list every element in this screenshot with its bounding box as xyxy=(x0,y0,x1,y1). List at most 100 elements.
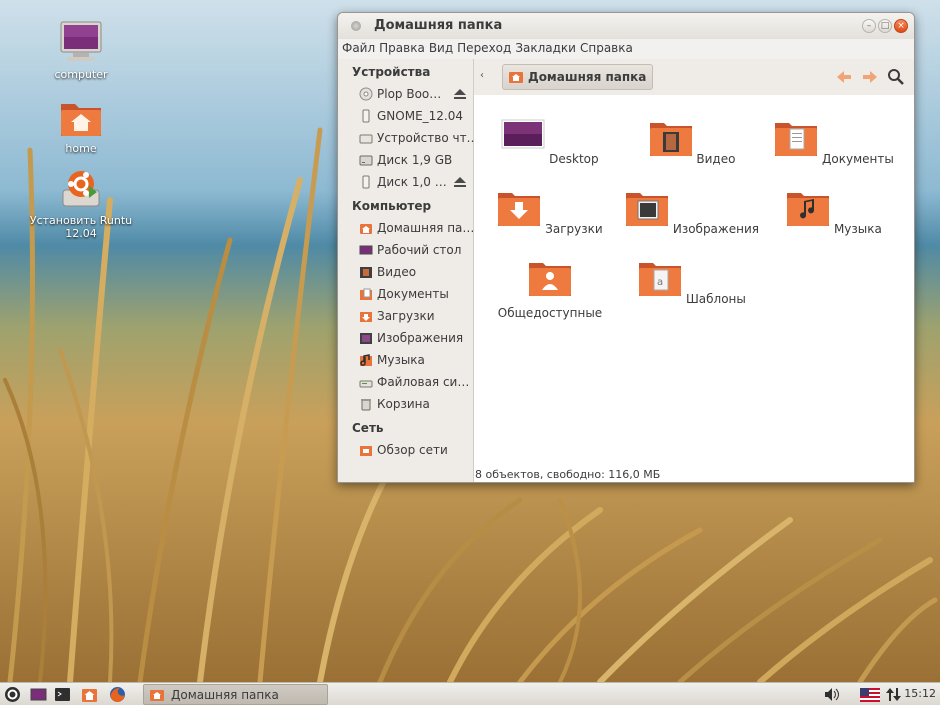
window-menu-icon[interactable] xyxy=(351,21,361,31)
sidebar-item-home[interactable]: Домашняя па… xyxy=(338,217,475,239)
minimize-button[interactable]: – xyxy=(862,19,876,33)
clock[interactable]: 15:12 xyxy=(904,687,936,700)
usb-drive-icon xyxy=(362,175,370,189)
sidebar-item-pictures[interactable]: Изображения xyxy=(338,327,473,349)
sidebar-item-downloads[interactable]: Загрузки xyxy=(338,305,473,327)
breadcrumb-home[interactable]: Домашняя папка xyxy=(502,64,654,90)
menu-help[interactable]: Справка xyxy=(580,39,637,59)
window-titlebar[interactable]: Домашняя папка – □ × xyxy=(338,13,914,39)
forward-arrow-icon[interactable] xyxy=(860,67,880,87)
sidebar-item-label: Корзина xyxy=(377,397,430,411)
file-item-videos[interactable]: Видео xyxy=(621,119,763,166)
taskbar-button-home[interactable]: Домашняя папка xyxy=(143,684,328,705)
harddisk-icon xyxy=(359,155,373,166)
search-icon[interactable] xyxy=(886,67,906,87)
svg-text:a: a xyxy=(657,277,663,288)
home-folder-icon xyxy=(61,104,101,136)
menu-view[interactable]: Вид xyxy=(429,39,457,59)
sidebar-item-label: Видео xyxy=(377,265,417,279)
downloads-folder-icon xyxy=(498,193,541,226)
file-item-templates[interactable]: a Шаблоны xyxy=(621,259,763,306)
sidebar-item-plop[interactable]: Plop Boo… xyxy=(338,83,473,105)
desktop-icon-installer[interactable]: Установить Runtu 12.04 xyxy=(26,166,136,240)
file-item-documents[interactable]: Документы xyxy=(763,119,905,166)
file-name: Изображения xyxy=(672,222,759,236)
sidebar-header-network: Сеть xyxy=(352,421,384,435)
firefox-icon[interactable] xyxy=(109,686,126,703)
menu-go[interactable]: Переход xyxy=(457,39,515,59)
keyboard-layout-flag-icon[interactable] xyxy=(860,688,880,702)
sidebar-item-label: Рабочий стол xyxy=(377,243,462,257)
templates-folder-icon: a xyxy=(639,263,682,296)
monitor-icon xyxy=(60,21,102,61)
menu-edit[interactable]: Правка xyxy=(379,39,429,59)
network-updown-icon[interactable] xyxy=(885,686,902,703)
volume-icon[interactable] xyxy=(823,686,840,703)
main-menu-icon[interactable] xyxy=(4,686,21,703)
menubar: Файл Правка Вид Переход Закладки Справка xyxy=(338,39,914,59)
file-item-pictures[interactable]: Изображения xyxy=(621,189,763,236)
eject-icon[interactable] xyxy=(453,175,467,189)
sidebar-item-label: Документы xyxy=(377,287,449,301)
maximize-button[interactable]: □ xyxy=(878,19,892,33)
sidebar-item-label: Обзор сети xyxy=(377,443,448,457)
sidebar-item-label: Диск 1,9 GB xyxy=(377,153,453,167)
sidebar-item-videos[interactable]: Видео xyxy=(338,261,473,283)
sidebar-item-label: Загрузки xyxy=(377,309,435,323)
sidebar-item-trash[interactable]: Корзина xyxy=(338,393,473,415)
desktop-icon-home[interactable]: home xyxy=(26,98,136,155)
file-name: Музыка xyxy=(833,222,882,236)
close-button[interactable]: × xyxy=(894,19,908,33)
downloads-folder-icon xyxy=(360,312,372,322)
sidebar-item-disk-19[interactable]: Диск 1,9 GB xyxy=(338,149,473,171)
sidebar-header-devices: Устройства xyxy=(352,65,431,79)
home-folder-icon xyxy=(509,72,523,83)
menu-bookmarks[interactable]: Закладки xyxy=(515,39,580,59)
sidebar-item-label: Файловая си… xyxy=(377,375,470,389)
file-item-music[interactable]: Музыка xyxy=(763,189,905,236)
sidebar-item-music[interactable]: Музыка xyxy=(338,349,473,371)
sidebar-item-network[interactable]: Обзор сети xyxy=(338,439,473,461)
terminal-icon[interactable] xyxy=(54,686,71,703)
breadcrumb-label: Домашняя папка xyxy=(528,70,647,84)
breadcrumb-scroll-left[interactable]: ‹ xyxy=(480,70,484,81)
video-folder-icon xyxy=(649,123,692,156)
home-folder-icon[interactable] xyxy=(81,686,98,703)
network-folder-icon xyxy=(360,446,372,456)
sidebar-item-label: Plop Boo… xyxy=(377,87,442,101)
eject-icon[interactable] xyxy=(453,87,467,101)
filesystem-icon xyxy=(359,380,373,388)
taskbar-label: Домашняя папка xyxy=(171,687,279,702)
desktop-icon-label: home xyxy=(65,142,97,155)
sidebar-item-label: Изображения xyxy=(377,331,464,345)
file-view: Desktop Видео Документы Загрузки Изображ… xyxy=(474,95,914,482)
show-desktop-icon[interactable] xyxy=(30,686,47,703)
sidebar-item-desktop[interactable]: Рабочий стол xyxy=(338,239,473,261)
sidebar-item-disk-10[interactable]: Диск 1,0 … xyxy=(338,171,473,193)
sidebar-item-label: Музыка xyxy=(377,353,425,367)
public-folder-icon xyxy=(529,263,571,296)
location-toolbar: ‹ Домашняя папка xyxy=(474,59,914,95)
file-item-downloads[interactable]: Загрузки xyxy=(479,189,621,236)
installer-icon xyxy=(62,171,100,207)
desktop-icon-computer[interactable]: computer xyxy=(26,20,136,81)
window-title: Домашняя папка xyxy=(374,18,503,33)
sidebar-item-filesystem[interactable]: Файловая си… xyxy=(338,371,473,393)
sidebar-item-label: GNOME_12.04 xyxy=(377,109,464,123)
drive-icon xyxy=(359,134,373,144)
sidebar-item-label: Диск 1,0 … xyxy=(377,175,447,189)
desktop-icon xyxy=(359,245,373,255)
file-item-public[interactable]: Общедоступные xyxy=(479,259,621,320)
sidebar-item-card-reader[interactable]: Устройство чт… xyxy=(338,127,479,149)
back-arrow-icon[interactable] xyxy=(834,67,854,87)
pictures-folder-icon xyxy=(360,333,372,344)
documents-folder-icon xyxy=(775,123,818,156)
sidebar-item-documents[interactable]: Документы xyxy=(338,283,473,305)
status-bar: 8 объектов, свободно: 116,0 МБ xyxy=(475,468,661,481)
sidebar-item-label: Домашняя па… xyxy=(377,221,475,235)
file-item-desktop[interactable]: Desktop xyxy=(479,119,621,166)
trash-icon xyxy=(361,399,371,411)
sidebar-item-gnome-usb[interactable]: GNOME_12.04 xyxy=(338,105,473,127)
home-folder-icon xyxy=(150,689,164,701)
menu-file[interactable]: Файл xyxy=(342,39,379,59)
